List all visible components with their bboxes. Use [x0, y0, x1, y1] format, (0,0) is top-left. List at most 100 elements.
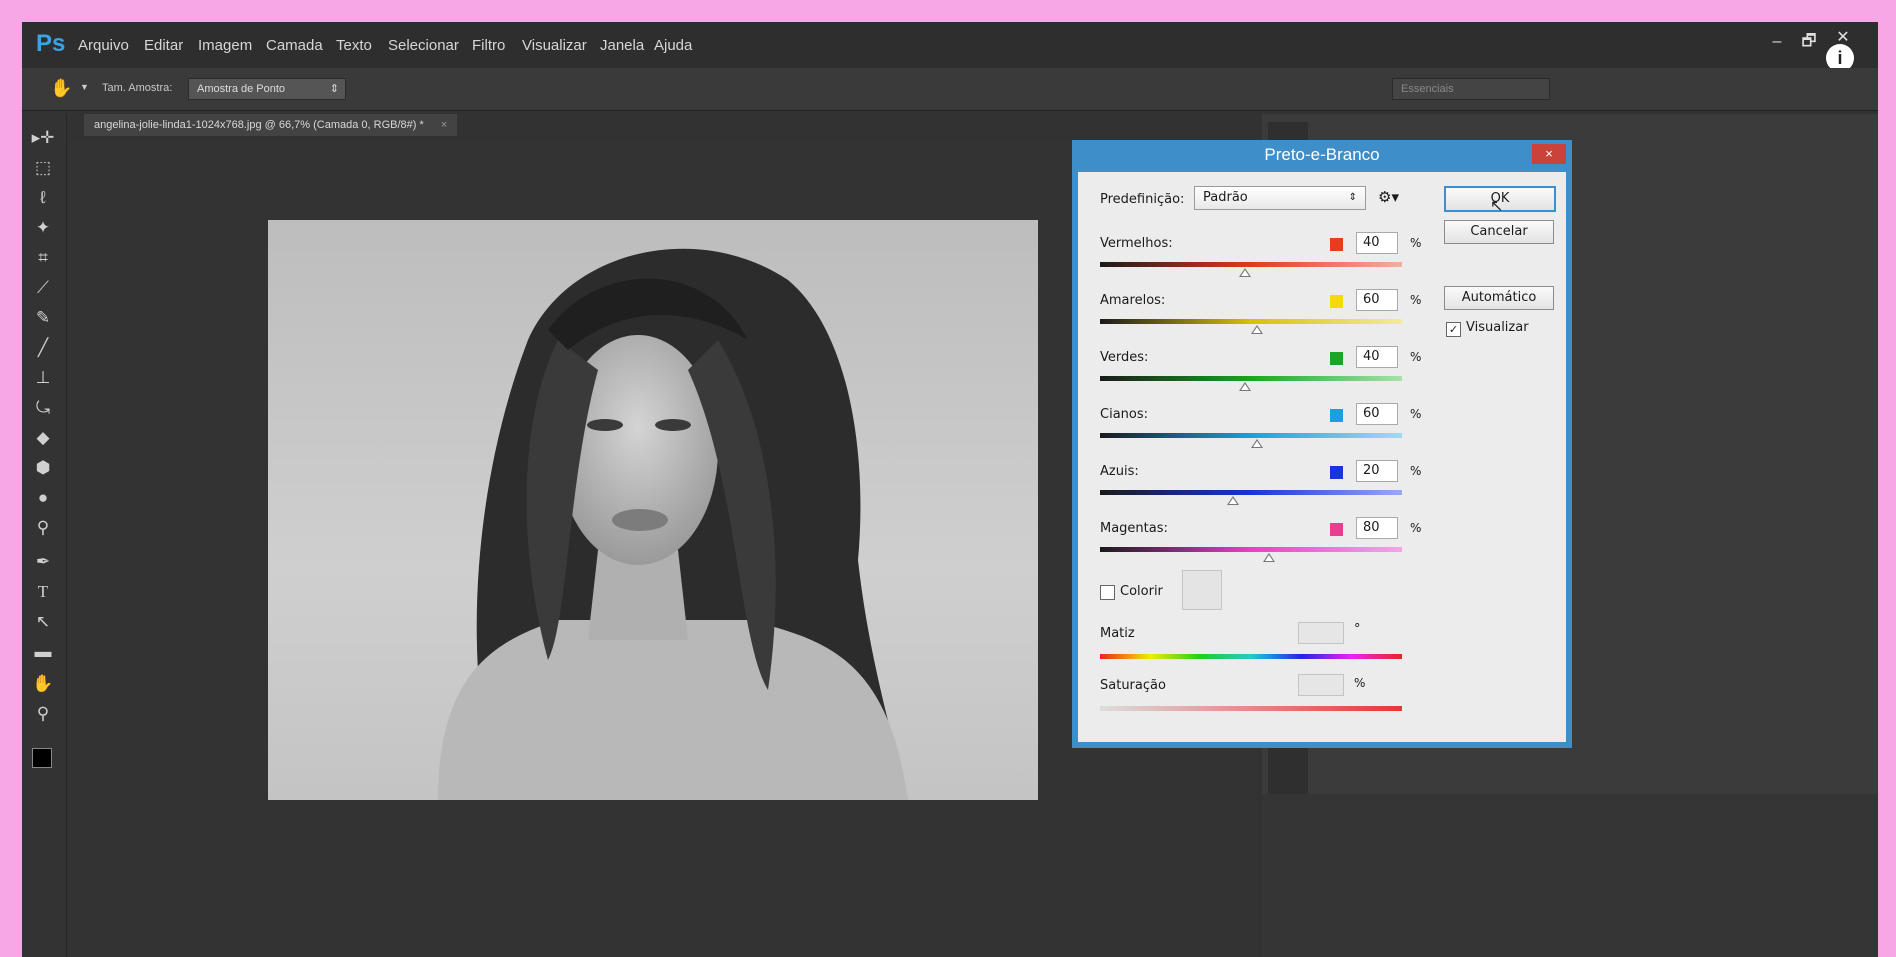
menu-arquivo[interactable]: Arquivo	[78, 37, 129, 54]
cianos-label: Cianos:	[1100, 407, 1149, 422]
tools-panel: ▸✛ ⬚ ℓ ✦ ⌗ ⟋ ✎ ╱ ⊥ ⤿ ◆ ⬢ ● ⚲ ✒ T ↖ ▬ ✋ ⚲	[22, 114, 67, 957]
colorize-color-swatch[interactable]	[1182, 570, 1222, 610]
cianos-swatch	[1330, 409, 1343, 422]
saturation-input[interactable]	[1298, 674, 1344, 696]
paint-bucket-tool-icon[interactable]: ⬢	[28, 454, 58, 482]
mouse-cursor-icon: ↖	[1490, 196, 1504, 215]
crop-tool-icon[interactable]: ⌗	[28, 244, 58, 272]
vermelhos-swatch	[1330, 238, 1343, 251]
cianos-slider[interactable]	[1100, 433, 1402, 438]
verdes-slider[interactable]	[1100, 376, 1402, 381]
foreground-color-swatch[interactable]	[32, 748, 52, 768]
sample-size-select[interactable]: Amostra de Ponto ⇕	[188, 78, 346, 100]
vermelhos-slider-thumb[interactable]	[1238, 268, 1251, 277]
menu-editar[interactable]: Editar	[144, 37, 183, 54]
menu-visualizar[interactable]: Visualizar	[522, 37, 587, 54]
tool-preset-chevron-icon[interactable]: ▼	[80, 82, 89, 92]
photoshop-window: Ps Arquivo Editar Imagem Camada Texto Se…	[22, 22, 1878, 957]
select-arrows-icon: ⇕	[329, 83, 339, 95]
magentas-label: Magentas:	[1100, 521, 1168, 536]
clone-stamp-tool-icon[interactable]: ⊥	[28, 364, 58, 392]
dialog-body: Predefinição: Padrão ⇕ ⚙▾ OK Cancelar Au…	[1078, 172, 1566, 742]
preview-label: Visualizar	[1466, 320, 1529, 335]
magentas-slider[interactable]	[1100, 547, 1402, 552]
document-image[interactable]	[268, 220, 1038, 800]
azuis-percent-unit: %	[1410, 464, 1422, 478]
hue-input[interactable]	[1298, 622, 1344, 644]
amarelos-slider-thumb[interactable]	[1251, 325, 1264, 334]
saturation-label: Saturação	[1100, 678, 1166, 693]
zoom-tool-icon[interactable]: ⚲	[28, 700, 58, 728]
minimize-button[interactable]: –	[1762, 30, 1792, 54]
vermelhos-slider[interactable]	[1100, 262, 1402, 267]
hue-slider[interactable]	[1100, 654, 1402, 659]
workspace-value: Essenciais	[1401, 83, 1454, 95]
menu-camada[interactable]: Camada	[266, 37, 323, 54]
vermelhos-label: Vermelhos:	[1100, 236, 1173, 251]
menu-janela[interactable]: Janela	[600, 37, 644, 54]
cianos-percent-unit: %	[1410, 407, 1422, 421]
eraser-tool-icon[interactable]: ◆	[28, 424, 58, 452]
rectangle-tool-icon[interactable]: ▬	[28, 638, 58, 666]
vermelhos-percent-unit: %	[1410, 236, 1422, 250]
document-tab[interactable]: angelina-jolie-linda1-1024x768.jpg @ 66,…	[84, 114, 458, 136]
cancel-button[interactable]: Cancelar	[1444, 220, 1554, 244]
azuis-value-input[interactable]: 20	[1356, 460, 1398, 482]
select-arrows-icon: ⇕	[1348, 192, 1357, 203]
magic-wand-tool-icon[interactable]: ✦	[28, 214, 58, 242]
hue-label: Matiz	[1100, 626, 1135, 641]
azuis-slider-thumb[interactable]	[1226, 496, 1239, 505]
preset-label: Predefinição:	[1100, 192, 1185, 207]
pen-tool-icon[interactable]: ✒	[28, 548, 58, 576]
preview-checkbox[interactable]: ✓	[1446, 322, 1461, 337]
healing-brush-tool-icon[interactable]: ✎	[28, 304, 58, 332]
amarelos-slider[interactable]	[1100, 319, 1402, 324]
vermelhos-value-input[interactable]: 40	[1356, 232, 1398, 254]
colorize-label: Colorir	[1120, 584, 1163, 599]
cianos-value-input[interactable]: 60	[1356, 403, 1398, 425]
black-and-white-dialog: Preto-e-Branco × Predefinição: Padrão ⇕ …	[1072, 140, 1572, 748]
magentas-swatch	[1330, 523, 1343, 536]
document-tab-close-icon[interactable]: ×	[441, 119, 447, 131]
menu-filtro[interactable]: Filtro	[472, 37, 505, 54]
cianos-slider-thumb[interactable]	[1251, 439, 1264, 448]
amarelos-percent-unit: %	[1410, 293, 1422, 307]
options-bar: ✋ ▼ Tam. Amostra: Amostra de Ponto ⇕ Ess…	[22, 68, 1878, 111]
preset-select[interactable]: Padrão ⇕	[1194, 186, 1366, 210]
hand-tool-icon[interactable]: ✋	[28, 670, 58, 698]
menu-selecionar[interactable]: Selecionar	[388, 37, 459, 54]
dodge-tool-icon[interactable]: ⚲	[28, 514, 58, 542]
menu-ajuda[interactable]: Ajuda	[654, 37, 692, 54]
menu-imagem[interactable]: Imagem	[198, 37, 252, 54]
auto-button[interactable]: Automático	[1444, 286, 1554, 310]
move-tool-icon[interactable]: ▸✛	[28, 124, 58, 152]
saturation-slider[interactable]	[1100, 706, 1402, 711]
preset-options-gear-icon[interactable]: ⚙▾	[1378, 188, 1399, 206]
workspace-select[interactable]: Essenciais	[1392, 78, 1550, 100]
saturation-unit: %	[1354, 676, 1366, 690]
dialog-close-button[interactable]: ×	[1532, 144, 1566, 164]
type-tool-icon[interactable]: T	[28, 578, 58, 606]
magentas-slider-thumb[interactable]	[1263, 553, 1276, 562]
verdes-value-input[interactable]: 40	[1356, 346, 1398, 368]
amarelos-value-input[interactable]: 60	[1356, 289, 1398, 311]
colorize-checkbox[interactable]	[1100, 585, 1115, 600]
eyedropper-tool-icon[interactable]: ⟋	[28, 274, 58, 302]
verdes-slider-thumb[interactable]	[1238, 382, 1251, 391]
brush-tool-icon[interactable]: ╱	[28, 334, 58, 362]
hand-tool-icon[interactable]: ✋	[50, 78, 72, 99]
blur-tool-icon[interactable]: ●	[28, 484, 58, 512]
preset-value: Padrão	[1203, 190, 1248, 205]
azuis-label: Azuis:	[1100, 464, 1139, 479]
verdes-label: Verdes:	[1100, 350, 1149, 365]
azuis-slider[interactable]	[1100, 490, 1402, 495]
menu-texto[interactable]: Texto	[336, 37, 372, 54]
magentas-value-input[interactable]: 80	[1356, 517, 1398, 539]
verdes-swatch	[1330, 352, 1343, 365]
verdes-percent-unit: %	[1410, 350, 1422, 364]
path-selection-tool-icon[interactable]: ↖	[28, 608, 58, 636]
marquee-tool-icon[interactable]: ⬚	[28, 154, 58, 182]
history-brush-tool-icon[interactable]: ⤿	[28, 394, 58, 422]
restore-button[interactable]: 🗗	[1794, 30, 1824, 54]
lasso-tool-icon[interactable]: ℓ	[28, 184, 58, 212]
